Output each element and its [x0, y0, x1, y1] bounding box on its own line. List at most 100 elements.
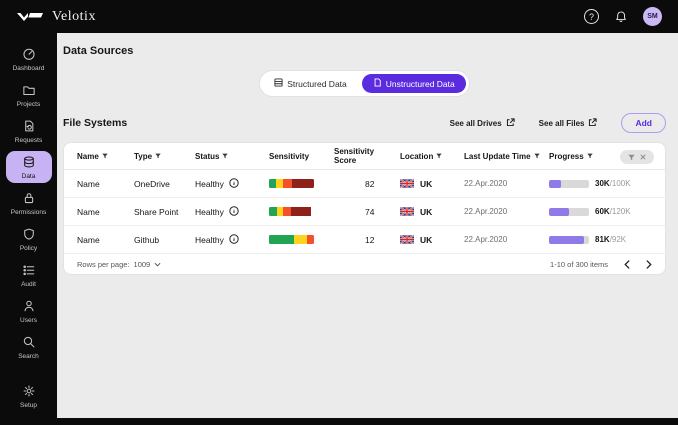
status-text: Healthy [195, 178, 224, 189]
progress-fill [549, 179, 561, 188]
table-header-row: Name Type Status Sensitivity Sensitivity… [64, 143, 665, 170]
sidebar-item-data[interactable]: Data [5, 151, 52, 183]
table-row[interactable]: Name Share Point Healthy 74 UK 22.Apr.20… [64, 198, 665, 226]
sensitivity-segment [283, 207, 292, 216]
progress-text: 60K/120K [595, 207, 631, 216]
sidebar-item-setup[interactable]: Setup [6, 380, 52, 412]
filter-icon [222, 153, 229, 159]
structured-grid-icon [274, 78, 283, 89]
cell-status: Healthy [195, 205, 257, 218]
cell-sensitivity-score: 82 [365, 178, 375, 189]
progress-text: 81K/92K [595, 235, 626, 244]
info-icon[interactable] [229, 233, 239, 246]
column-header-sensitivity-score: Sensitivity Score [327, 147, 393, 165]
column-header-last-update-time[interactable]: Last Update Time [457, 152, 541, 161]
status-text: Healthy [195, 234, 224, 245]
user-icon [22, 299, 36, 315]
progress-text: 30K/100K [595, 179, 631, 188]
chevron-left-icon [624, 259, 630, 269]
clear-filters-badge[interactable] [620, 150, 654, 164]
sidebar-item-label: Setup [20, 402, 37, 409]
info-icon[interactable] [229, 205, 239, 218]
close-icon [640, 154, 646, 160]
table-row[interactable]: Name OneDrive Healthy 82 UK 22.Apr.2020 [64, 170, 665, 198]
column-label: Sensitivity Score [334, 147, 375, 165]
section-title: File Systems [63, 117, 128, 129]
progress-done: 30K [595, 179, 610, 188]
database-icon [22, 155, 36, 171]
sidebar-item-search[interactable]: Search [6, 331, 52, 363]
column-header-type[interactable]: Type [134, 152, 195, 161]
sensitivity-segment [276, 207, 284, 216]
sidebar-item-label: Dashboard [12, 65, 45, 72]
sidebar-item-dashboard[interactable]: Dashboard [6, 43, 52, 75]
cell-sensitivity-score: 12 [365, 234, 375, 245]
help-icon[interactable]: ? [584, 9, 599, 24]
cell-sensitivity [257, 235, 327, 244]
see-all-drives-link[interactable]: See all Drives [450, 117, 515, 129]
structured-data-toggle[interactable]: Structured Data [263, 74, 358, 93]
table-footer: Rows per page: 1009 1-10 of 300 items [64, 254, 665, 274]
unstructured-file-icon [373, 78, 382, 89]
main-content: Data Sources Structured Data Unstructure… [57, 33, 678, 418]
rows-per-page-value: 1009 [133, 259, 151, 269]
sidebar-item-audit[interactable]: Audit [6, 259, 52, 291]
sidebar-item-users[interactable]: Users [6, 295, 52, 327]
cell-status: Healthy [195, 233, 257, 246]
add-button[interactable]: Add [621, 113, 666, 133]
pagination-range: 1-10 of 300 items [550, 259, 608, 269]
next-page-button[interactable] [646, 259, 652, 269]
location-label: UK [420, 178, 433, 189]
column-header-name[interactable]: Name [77, 152, 134, 161]
see-all-files-link[interactable]: See all Files [539, 117, 598, 129]
sidebar-item-label: Policy [19, 245, 38, 252]
column-label: Sensitivity [269, 151, 310, 161]
file-systems-table: Name Type Status Sensitivity Sensitivity… [63, 142, 666, 275]
progress-done: 60K [595, 207, 610, 216]
column-label: Last Update Time [464, 151, 531, 161]
column-label: Location [400, 151, 434, 161]
previous-page-button[interactable] [624, 259, 630, 269]
filter-icon [102, 153, 108, 159]
column-label: Type [134, 151, 153, 161]
chevron-right-icon [646, 259, 652, 269]
sidebar-item-label: Search [18, 353, 39, 360]
unstructured-data-toggle[interactable]: Unstructured Data [361, 74, 466, 93]
cell-location: UK [393, 179, 457, 189]
data-type-toggle: Structured Data Unstructured Data [259, 70, 470, 97]
column-header-location[interactable]: Location [393, 152, 457, 161]
sidebar-item-policy[interactable]: Policy [6, 223, 52, 255]
sensitivity-bar [269, 235, 314, 244]
cell-sensitivity-score: 74 [365, 206, 375, 217]
rows-per-page-select[interactable]: Rows per page: 1009 [77, 260, 161, 269]
column-label: Status [195, 151, 220, 161]
column-header-status[interactable]: Status [195, 152, 257, 161]
search-icon [22, 335, 36, 351]
column-header-sensitivity: Sensitivity [257, 152, 327, 161]
audit-list-icon [22, 263, 36, 279]
cell-progress: 81K/92K [541, 235, 652, 244]
sidebar-item-permissions[interactable]: Permissions [6, 187, 52, 219]
cell-location: UK [393, 207, 457, 217]
sensitivity-bar [269, 207, 314, 216]
column-label: Name [77, 151, 99, 161]
progress-bar [549, 179, 589, 188]
brand-name: Velotix [52, 8, 96, 24]
filter-icon [586, 153, 593, 159]
sidebar-item-projects[interactable]: Projects [6, 79, 52, 111]
sensitivity-segment [283, 179, 293, 188]
sensitivity-segment [292, 179, 314, 188]
sidebar-item-requests[interactable]: Requests [6, 115, 52, 147]
progress-total: /92K [609, 235, 627, 244]
sidebar-item-label: Requests [14, 137, 43, 144]
avatar-initials: SM [647, 13, 658, 20]
avatar[interactable]: SM [643, 7, 662, 26]
lock-icon [22, 191, 36, 207]
notifications-bell-icon[interactable] [614, 10, 628, 24]
help-glyph: ? [588, 11, 594, 22]
sensitivity-segment [269, 207, 277, 216]
status-text: Healthy [195, 206, 224, 217]
gear-icon [22, 384, 36, 400]
info-icon[interactable] [229, 177, 239, 190]
table-row[interactable]: Name Github Healthy 12 UK 22.Apr.2020 81… [64, 226, 665, 254]
